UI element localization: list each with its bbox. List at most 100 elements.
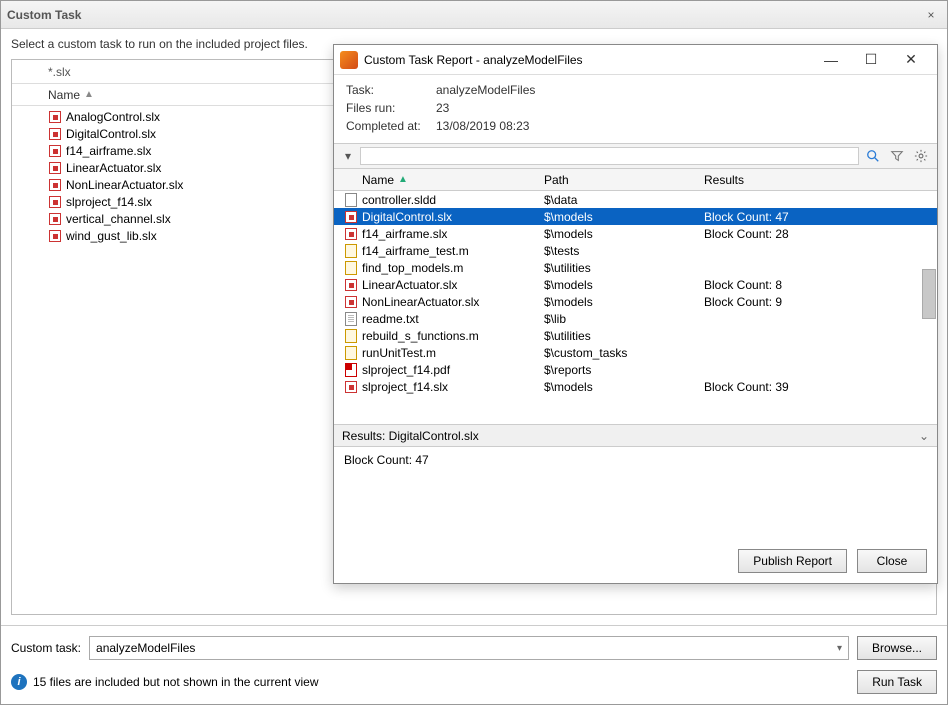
slx-file-icon	[48, 127, 62, 141]
title-bar: Custom Task ×	[1, 1, 947, 29]
row-name-label: slproject_f14.slx	[362, 380, 448, 394]
row-name-label: LinearActuator.slx	[362, 278, 457, 292]
file-name-label: LinearActuator.slx	[66, 161, 161, 175]
close-icon[interactable]: ×	[921, 8, 941, 22]
publish-report-button[interactable]: Publish Report	[738, 549, 847, 573]
row-name-label: DigitalControl.slx	[362, 210, 452, 224]
row-path-label: $\models	[544, 295, 704, 309]
results-detail-header[interactable]: Results: DigitalControl.slx ⌄	[334, 425, 937, 447]
chevron-down-icon: ▾	[837, 643, 842, 654]
table-row[interactable]: LinearActuator.slx $\modelsBlock Count: 8	[334, 276, 937, 293]
report-table-header: Name ▲ Path Results	[334, 169, 937, 191]
table-row[interactable]: DigitalControl.slx $\modelsBlock Count: 4…	[334, 208, 937, 225]
custom-task-value: analyzeModelFiles	[96, 641, 195, 655]
row-results-label: Block Count: 8	[704, 278, 937, 292]
name-column-label: Name	[48, 88, 80, 102]
report-title-bar: Custom Task Report - analyzeModelFiles —…	[334, 45, 937, 75]
sort-asc-icon: ▲	[84, 89, 94, 100]
row-path-label: $\custom_tasks	[544, 346, 704, 360]
row-name-label: controller.sldd	[362, 193, 436, 207]
table-row[interactable]: runUnitTest.m $\custom_tasks	[334, 344, 937, 361]
table-row[interactable]: controller.sldd $\data	[334, 191, 937, 208]
m-file-icon	[344, 329, 358, 343]
results-detail-body: Block Count: 47	[334, 447, 937, 539]
browse-button[interactable]: Browse...	[857, 636, 937, 660]
file-name-label: f14_airframe.slx	[66, 144, 151, 158]
table-row[interactable]: find_top_models.m$\utilities	[334, 259, 937, 276]
run-task-button[interactable]: Run Task	[857, 670, 937, 694]
file-name-label: slproject_f14.slx	[66, 195, 152, 209]
table-row[interactable]: slproject_f14.slx$\modelsBlock Count: 39	[334, 378, 937, 395]
row-path-label: $\lib	[544, 312, 704, 326]
minimize-button[interactable]: —	[811, 52, 851, 68]
task-label: Task:	[346, 83, 436, 97]
slx-file-icon	[344, 210, 358, 224]
table-row[interactable]: readme.txt $\lib	[334, 310, 937, 327]
row-results-label: Block Count: 39	[704, 380, 937, 394]
doc-file-icon	[344, 312, 358, 326]
task-value: analyzeModelFiles	[436, 83, 925, 97]
slx-file-icon	[344, 278, 358, 292]
file-filter-text: *.slx	[48, 65, 71, 79]
files-run-value: 23	[436, 101, 925, 115]
row-results-label: Block Count: 9	[704, 295, 937, 309]
report-search-input[interactable]	[360, 147, 859, 165]
close-button[interactable]: Close	[857, 549, 927, 573]
file-name-label: NonLinearActuator.slx	[66, 178, 183, 192]
row-name-label: slproject_f14.pdf	[362, 363, 450, 377]
report-button-row: Publish Report Close	[334, 539, 937, 583]
file-name-label: DigitalControl.slx	[66, 127, 156, 141]
slx-file-icon	[48, 161, 62, 175]
pdf-file-icon	[344, 363, 358, 377]
info-icon: i	[11, 674, 27, 690]
row-path-label: $\data	[544, 193, 704, 207]
slx-file-icon	[344, 227, 358, 241]
table-row[interactable]: f14_airframe_test.m$\tests	[334, 242, 937, 259]
row-name-label: f14_airframe_test.m	[362, 244, 469, 258]
table-row[interactable]: NonLinearActuator.slx$\modelsBlock Count…	[334, 293, 937, 310]
report-summary: Task: analyzeModelFiles Files run: 23 Co…	[334, 75, 937, 143]
col-path-header[interactable]: Path	[544, 169, 704, 190]
report-window: Custom Task Report - analyzeModelFiles —…	[333, 44, 938, 584]
report-toolbar: ▾	[334, 143, 937, 169]
custom-task-row: Custom task: analyzeModelFiles ▾ Browse.…	[11, 636, 937, 660]
sldd-file-icon	[344, 193, 358, 207]
window-title: Custom Task	[7, 8, 921, 22]
chevron-down-icon: ⌄	[919, 429, 929, 443]
row-name-label: f14_airframe.slx	[362, 227, 447, 241]
collapse-icon[interactable]: ▾	[340, 149, 356, 163]
row-results-label: Block Count: 28	[704, 227, 937, 241]
search-icon[interactable]	[863, 146, 883, 166]
row-path-label: $\models	[544, 278, 704, 292]
m-file-icon	[344, 261, 358, 275]
row-path-label: $\utilities	[544, 329, 704, 343]
row-name-label: readme.txt	[362, 312, 419, 326]
bottom-strip: Custom task: analyzeModelFiles ▾ Browse.…	[1, 625, 947, 704]
row-name-label: runUnitTest.m	[362, 346, 436, 360]
row-path-label: $\utilities	[544, 261, 704, 275]
custom-task-combo[interactable]: analyzeModelFiles ▾	[89, 636, 849, 660]
table-row[interactable]: f14_airframe.slx $\modelsBlock Count: 28	[334, 225, 937, 242]
table-row[interactable]: rebuild_s_functions.m$\utilities	[334, 327, 937, 344]
matlab-icon	[340, 51, 358, 69]
scrollbar-thumb[interactable]	[922, 269, 936, 319]
row-results-label: Block Count: 47	[704, 210, 937, 224]
m-file-icon	[344, 244, 358, 258]
col-name-header[interactable]: Name ▲	[334, 169, 544, 190]
report-close-button[interactable]: ✕	[891, 51, 931, 68]
filter-icon[interactable]	[887, 146, 907, 166]
file-name-label: AnalogControl.slx	[66, 110, 160, 124]
file-name-label: wind_gust_lib.slx	[66, 229, 157, 243]
col-results-header[interactable]: Results	[704, 169, 937, 190]
row-path-label: $\models	[544, 227, 704, 241]
status-text: 15 files are included but not shown in t…	[33, 675, 319, 689]
slx-file-icon	[48, 212, 62, 226]
row-path-label: $\models	[544, 210, 704, 224]
results-detail-title: Results: DigitalControl.slx	[342, 429, 479, 443]
slx-file-icon	[344, 380, 358, 394]
table-row[interactable]: slproject_f14.pdf $\reports	[334, 361, 937, 378]
gear-icon[interactable]	[911, 146, 931, 166]
maximize-button[interactable]: ☐	[851, 51, 891, 68]
completed-value: 13/08/2019 08:23	[436, 119, 925, 133]
row-path-label: $\reports	[544, 363, 704, 377]
